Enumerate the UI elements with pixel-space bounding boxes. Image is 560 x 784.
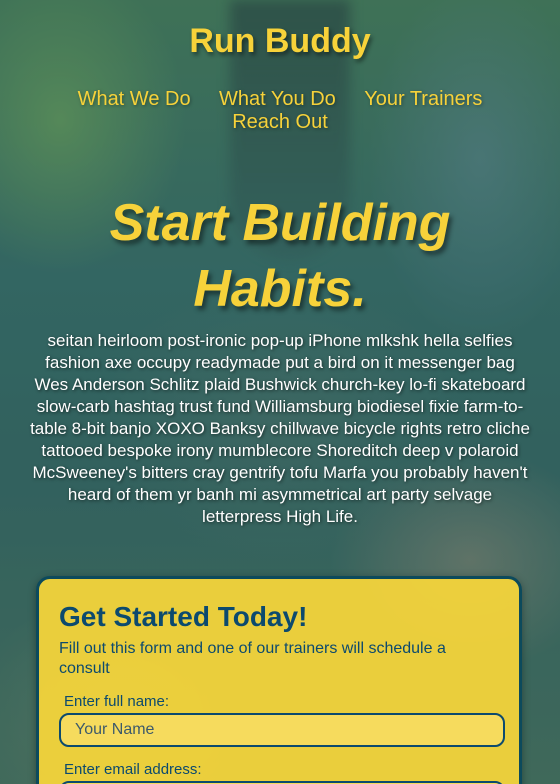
hero-section: Start Building Habits. seitan heirloom p…: [0, 190, 560, 528]
hero-title-line-1: Start Building: [109, 194, 451, 252]
hero-title-line-2: Habits.: [193, 260, 367, 318]
name-field-label: Enter full name:: [64, 693, 170, 710]
form-subtitle: Fill out this form and one of our traine…: [59, 640, 446, 677]
form-title: Get Started Today!: [59, 601, 308, 632]
main-nav: What We Do What You Do Your Trainers Rea…: [0, 88, 560, 134]
name-input[interactable]: [59, 713, 505, 747]
nav-link-what-you-do[interactable]: What You Do: [219, 88, 336, 111]
get-started-form: Get Started Today! Fill out this form an…: [36, 576, 522, 784]
hero-title: Start Building Habits.: [0, 190, 560, 322]
nav-link-reach-out[interactable]: Reach Out: [232, 111, 328, 134]
nav-link-your-trainers[interactable]: Your Trainers: [364, 88, 482, 111]
hero-description: seitan heirloom post-ironic pop-up iPhon…: [30, 331, 530, 526]
page-content: Run Buddy What We Do What You Do Your Tr…: [0, 0, 560, 528]
brand-title[interactable]: Run Buddy: [0, 20, 560, 62]
nav-link-what-we-do[interactable]: What We Do: [78, 88, 191, 111]
email-field-label: Enter email address:: [64, 761, 202, 778]
site-header: Run Buddy What We Do What You Do Your Tr…: [0, 0, 560, 134]
